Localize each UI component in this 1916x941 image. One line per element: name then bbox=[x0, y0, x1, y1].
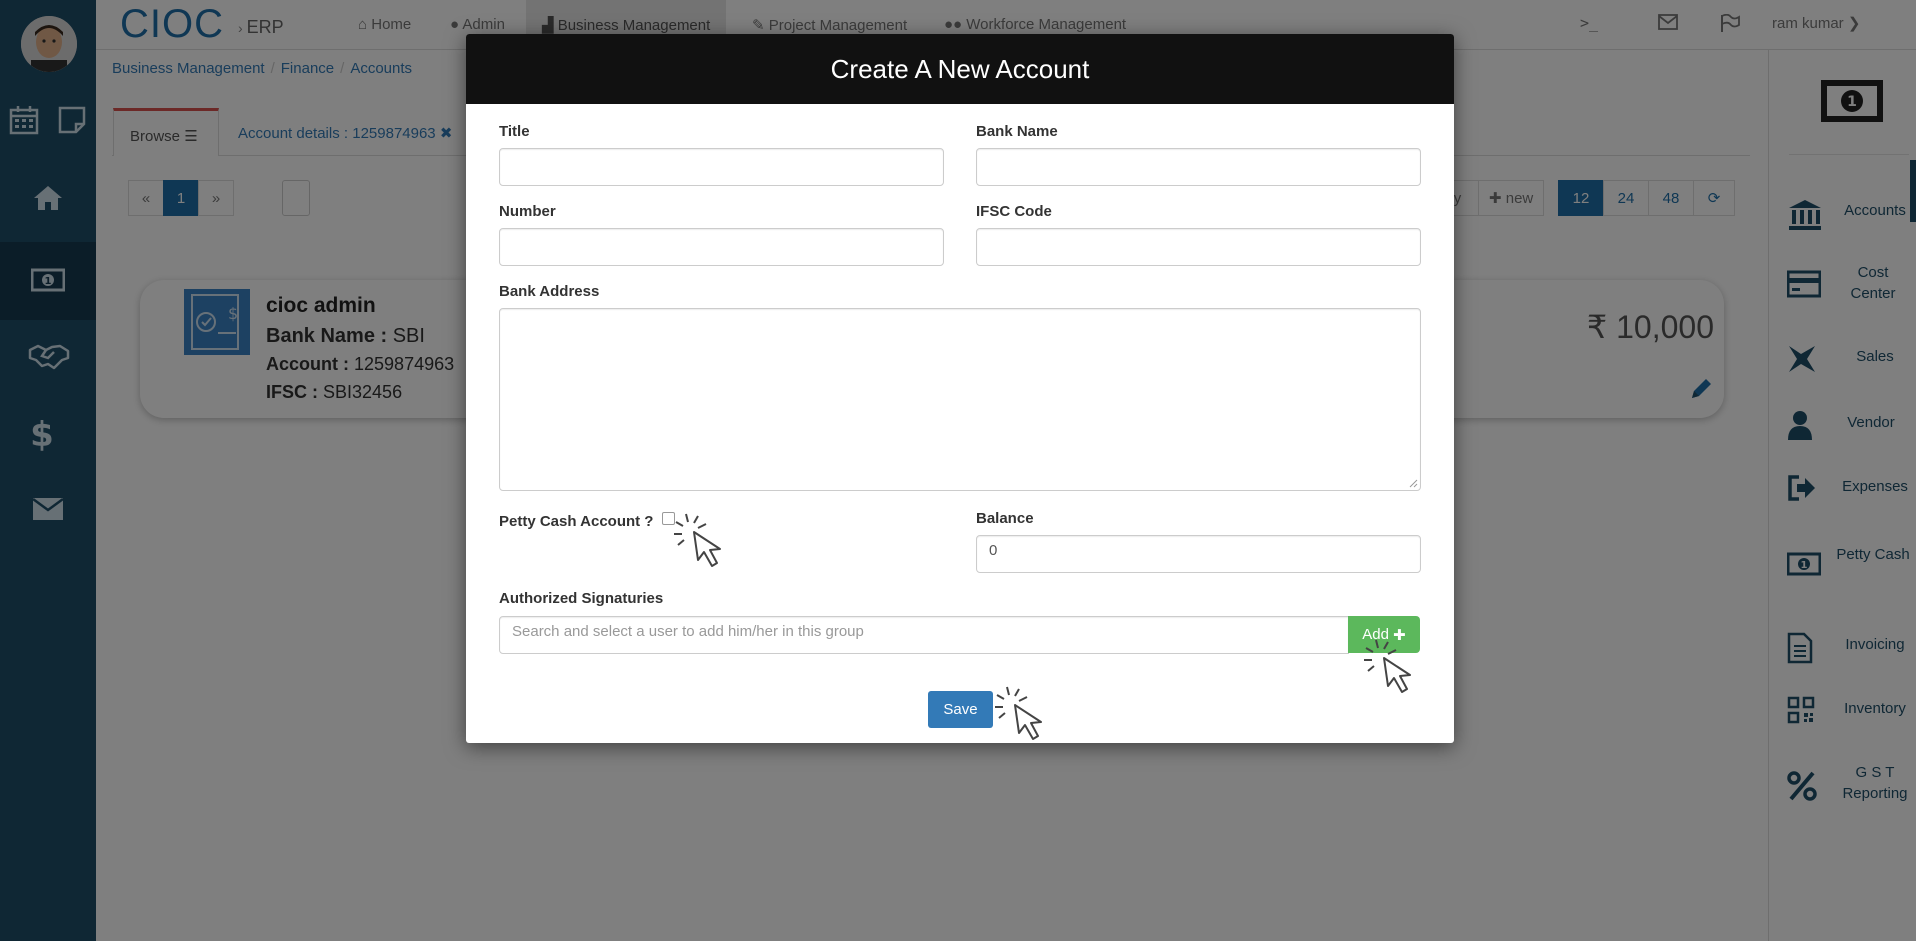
modal-title: Create A New Account bbox=[466, 34, 1454, 104]
balance-label: Balance bbox=[976, 510, 1034, 527]
balance-input[interactable]: 0 bbox=[976, 535, 1421, 573]
cursor-click-icon bbox=[1364, 639, 1411, 693]
bank-address-label: Bank Address bbox=[499, 283, 600, 300]
bank-name-label: Bank Name bbox=[976, 123, 1058, 140]
resize-handle-icon[interactable] bbox=[1409, 479, 1418, 488]
bank-address-textarea[interactable] bbox=[499, 308, 1421, 491]
number-label: Number bbox=[499, 203, 556, 220]
signatories-search-input[interactable]: Search and select a user to add him/her … bbox=[499, 616, 1349, 654]
signatories-label: Authorized Signaturies bbox=[499, 590, 664, 607]
number-input[interactable] bbox=[499, 228, 944, 266]
title-input[interactable] bbox=[499, 148, 944, 186]
cursor-click-icon bbox=[674, 513, 721, 567]
ifsc-label: IFSC Code bbox=[976, 203, 1052, 220]
create-account-modal: Create A New Account Title Bank Name Num… bbox=[466, 34, 1454, 743]
ifsc-input[interactable] bbox=[976, 228, 1421, 266]
cursor-click-icon bbox=[995, 686, 1042, 740]
petty-cash-label: Petty Cash Account ? bbox=[499, 513, 654, 530]
title-label: Title bbox=[499, 123, 530, 140]
bank-name-input[interactable] bbox=[976, 148, 1421, 186]
save-button[interactable]: Save bbox=[928, 691, 993, 728]
